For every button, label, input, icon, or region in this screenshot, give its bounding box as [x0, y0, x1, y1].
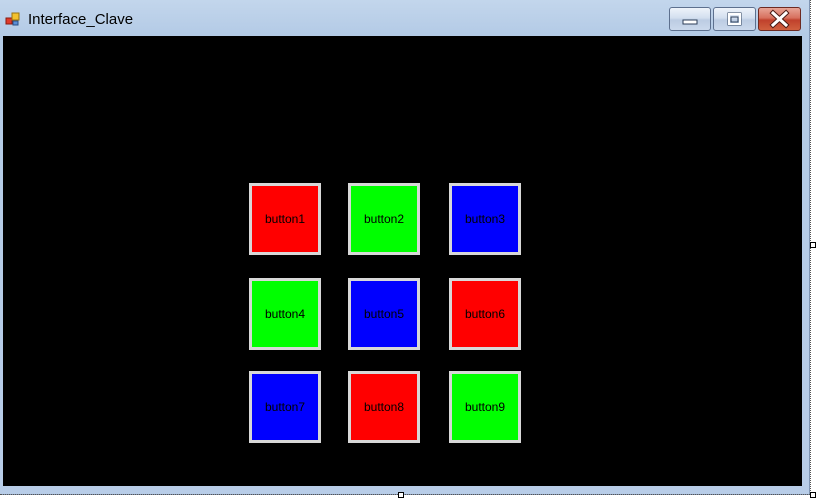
form-client-area: button1 button2 button3 button4 button5 … — [3, 36, 802, 486]
minimize-button[interactable] — [669, 7, 711, 31]
keypad-button-9[interactable]: button9 — [449, 371, 521, 443]
maximize-button[interactable] — [713, 7, 756, 31]
keypad-button-5[interactable]: button5 — [348, 278, 420, 350]
keypad-button-7[interactable]: button7 — [249, 371, 321, 443]
close-icon — [769, 9, 790, 29]
keypad-button-8[interactable]: button8 — [348, 371, 420, 443]
resize-handle-right[interactable] — [810, 242, 816, 248]
keypad-button-1[interactable]: button1 — [249, 183, 321, 255]
resize-handle-corner[interactable] — [810, 492, 816, 498]
title-bar[interactable]: Interface_Clave — [0, 0, 810, 36]
form-designer-surface: Interface_Clave button1 button2 button3 … — [0, 0, 820, 501]
keypad-button-4[interactable]: button4 — [249, 278, 321, 350]
designer-selection-edge-bottom — [0, 494, 810, 495]
close-button[interactable] — [758, 7, 801, 31]
window-title: Interface_Clave — [28, 11, 134, 28]
keypad-button-2[interactable]: button2 — [348, 183, 420, 255]
application-icon — [5, 12, 20, 26]
keypad-button-6[interactable]: button6 — [449, 278, 521, 350]
maximize-icon — [727, 12, 742, 26]
minimize-icon — [682, 19, 698, 25]
keypad-button-3[interactable]: button3 — [449, 183, 521, 255]
resize-handle-bottom[interactable] — [398, 492, 404, 498]
form-window: Interface_Clave button1 button2 button3 … — [0, 0, 810, 495]
